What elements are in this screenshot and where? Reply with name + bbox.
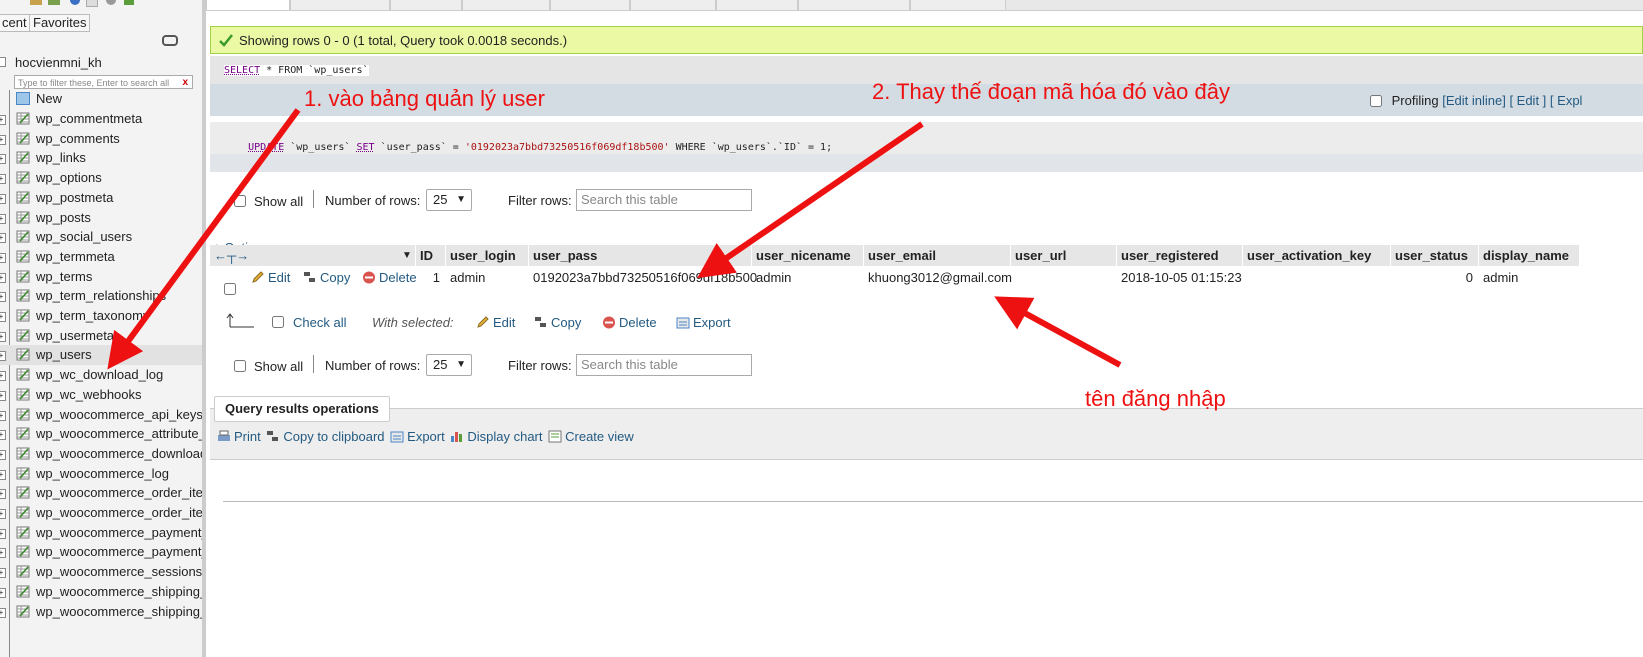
arrow-to-wp-users (107, 108, 301, 370)
arrow-to-user-email (994, 296, 1122, 368)
arrow-to-user-pass (697, 121, 924, 279)
annotation-arrows (107, 108, 1122, 370)
